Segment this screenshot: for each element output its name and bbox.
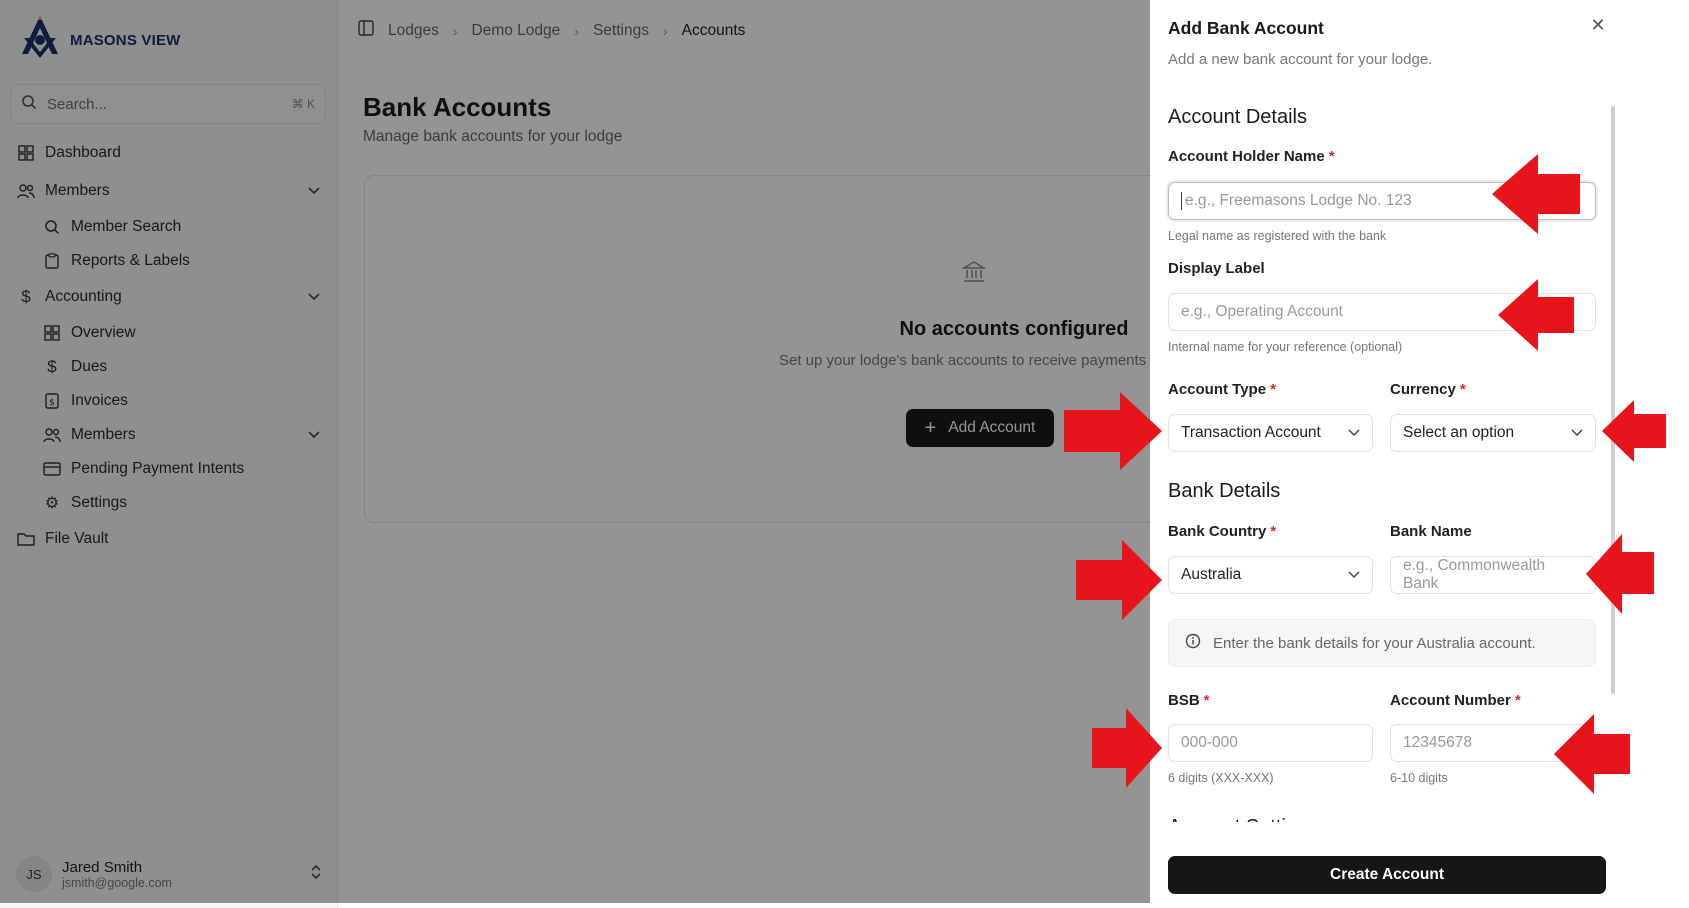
add-bank-account-drawer: Add Bank Account Add a new bank account … [1150,0,1620,908]
drawer-description: Add a new bank account for your lodge. [1168,51,1433,68]
bank-country-select[interactable]: Australia [1168,556,1373,594]
drawer-title: Add Bank Account [1168,18,1324,38]
info-text: Enter the bank details for your Australi… [1213,634,1536,652]
chevron-down-icon [1571,424,1583,442]
left-arrow-icon [1498,279,1574,351]
display-label-hint: Internal name for your reference (option… [1168,340,1403,354]
left-arrow-icon [1602,400,1666,462]
account-type-label: Account Type * [1168,381,1276,398]
holder-label: Account Holder Name * [1168,148,1335,165]
left-arrow-icon [1492,154,1580,234]
bsb-label: BSB * [1168,692,1210,709]
right-arrow-icon [1064,392,1162,470]
section-account-settings-cut: Account Settings [1168,814,1318,822]
right-arrow-icon [1076,540,1162,620]
account-number-label: Account Number * [1390,692,1521,709]
chevron-down-icon [1348,424,1360,442]
chevron-down-icon [1348,566,1360,584]
currency-select[interactable]: Select an option [1390,414,1596,452]
left-arrow-icon [1554,714,1630,794]
left-arrow-icon [1586,534,1654,614]
modal-overlay[interactable] [0,0,1150,903]
bsb-input[interactable]: 000-000 [1168,724,1373,762]
bank-name-label: Bank Name [1390,523,1472,540]
section-bank-details: Bank Details [1168,480,1281,502]
info-icon [1185,633,1201,653]
section-account-details: Account Details [1168,106,1307,128]
account-type-select[interactable]: Transaction Account [1168,414,1373,452]
holder-hint: Legal name as registered with the bank [1168,229,1387,243]
bank-name-input[interactable]: e.g., Commonwealth Bank [1390,556,1596,594]
create-account-button[interactable]: Create Account [1168,856,1606,894]
close-icon[interactable]: ✕ [1587,14,1609,36]
bank-info-note: Enter the bank details for your Australi… [1168,619,1596,667]
account-number-hint: 6-10 digits [1390,771,1448,785]
bsb-hint: 6 digits (XXX-XXX) [1168,771,1274,785]
currency-label: Currency * [1390,381,1466,398]
bank-country-label: Bank Country * [1168,523,1277,540]
display-label-label: Display Label [1168,260,1265,277]
right-arrow-icon [1092,708,1162,788]
